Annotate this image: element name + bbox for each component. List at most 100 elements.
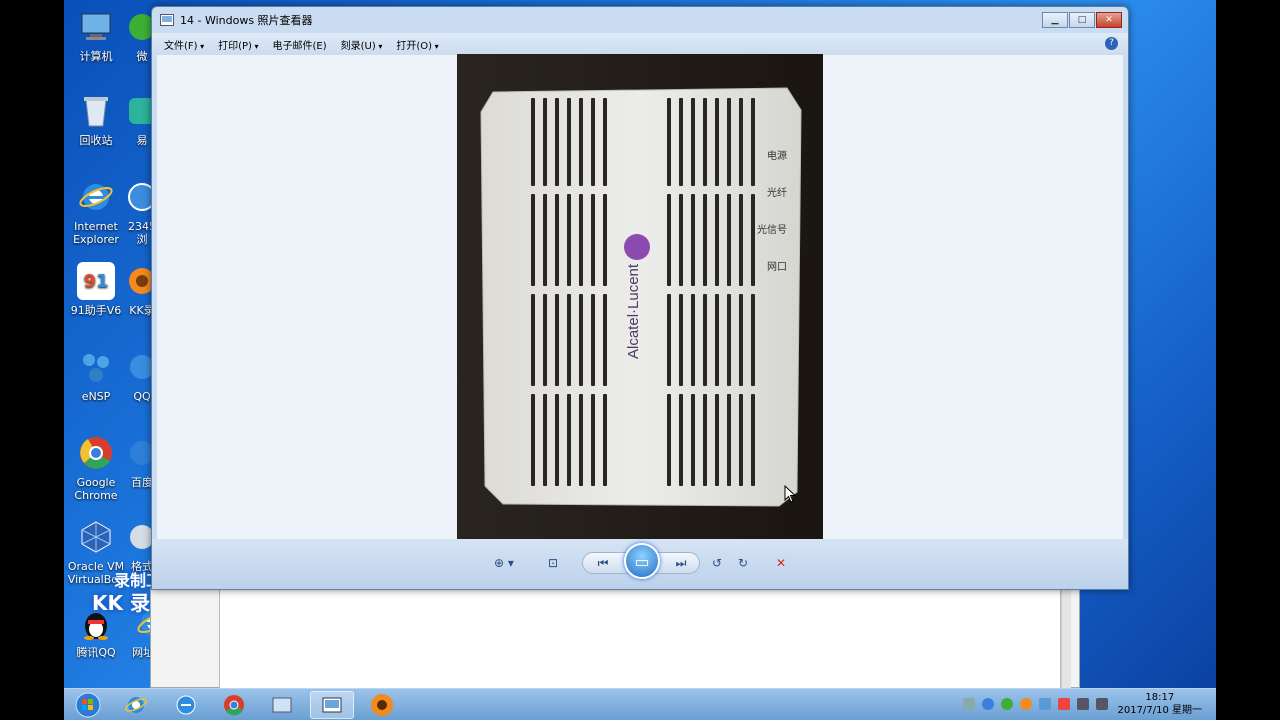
vent-slot <box>567 98 571 186</box>
vent-slot <box>739 194 743 286</box>
vent-slot <box>531 394 535 486</box>
internet-explorer-icon <box>125 697 147 713</box>
taskbar-kk-recorder[interactable] <box>360 691 404 719</box>
recycle-bin-icon <box>77 92 115 130</box>
chrome-icon <box>224 695 244 716</box>
previous-button[interactable]: ⏮ <box>588 552 618 574</box>
vent-slot <box>739 394 743 486</box>
vent-slot <box>603 194 607 286</box>
computer-icon <box>77 8 115 46</box>
vent-slot <box>751 394 755 486</box>
menu-open[interactable]: 打开(O) <box>396 37 438 52</box>
shield-icon[interactable] <box>1039 698 1051 710</box>
vent-slot <box>691 394 695 486</box>
kk-recorder-icon <box>371 694 393 716</box>
windows-start-icon <box>75 692 101 718</box>
background-window-scrollbar[interactable] <box>1061 589 1071 689</box>
91-assistant-icon: 91 <box>77 262 115 300</box>
vent-slot <box>715 394 719 486</box>
clock-time: 18:17 <box>1145 692 1175 703</box>
viewer-toolbar: ⊕ ▾ ⊡ ⏮ ▭ ⏭ ↺ ↻ ✕ <box>152 539 1128 589</box>
vent-slot <box>579 98 583 186</box>
desktop: 计算机 回收站 Internet Explorer 91 91助手V6 eNSP… <box>64 0 1216 720</box>
taskbar-browser[interactable] <box>164 691 208 719</box>
rotate-left-button[interactable]: ↺ <box>706 552 728 574</box>
delete-button[interactable]: ✕ <box>770 552 792 574</box>
vent-slot <box>591 294 595 386</box>
start-button[interactable] <box>66 691 110 719</box>
delete-icon: ✕ <box>775 556 787 570</box>
title-bar[interactable]: 14 - Windows 照片查看器 ▁ □ ✕ <box>152 7 1128 33</box>
kk-tray-icon[interactable] <box>1020 698 1032 710</box>
icon-label: 计算机 <box>79 50 113 63</box>
background-window-content <box>219 589 1061 689</box>
icon-label: Internet Explorer <box>73 220 119 246</box>
led-labels: 电源 光纤 光信号 网口 <box>747 138 787 286</box>
vent-slot <box>691 294 695 386</box>
vent-slot <box>691 194 695 286</box>
volume-icon[interactable] <box>1096 698 1108 710</box>
internet-explorer-icon <box>77 178 115 216</box>
slideshow-button[interactable]: ▭ <box>624 543 660 579</box>
vent-slot <box>667 194 671 286</box>
rotate-right-icon: ↻ <box>737 556 749 570</box>
vent-slot <box>679 294 683 386</box>
icon-label: eNSP <box>81 390 111 403</box>
next-button[interactable]: ⏭ <box>666 552 696 574</box>
network-icon[interactable] <box>1077 698 1089 710</box>
vent-slot <box>727 194 731 286</box>
vent-slot <box>567 294 571 386</box>
taskbar: 18:17 2017/7/10 星期一 <box>64 688 1216 720</box>
close-button[interactable]: ✕ <box>1096 12 1122 28</box>
menu-file[interactable]: 文件(F) <box>164 37 204 52</box>
desktop-icon-ie[interactable]: Internet Explorer <box>64 178 128 246</box>
vent-slot <box>603 294 607 386</box>
virtualbox-icon <box>77 518 115 556</box>
taskbar-virtualbox[interactable] <box>260 691 304 719</box>
desktop-icon-chrome[interactable]: Google Chrome <box>64 434 128 502</box>
vent-slot <box>591 98 595 186</box>
vent-slot <box>739 294 743 386</box>
alert-icon[interactable] <box>1058 698 1070 710</box>
rotate-right-button[interactable]: ↻ <box>732 552 754 574</box>
menu-burn[interactable]: 刻录(U) <box>341 37 383 52</box>
taskbar-photo-viewer[interactable] <box>310 691 354 719</box>
photo-viewer-window[interactable]: 14 - Windows 照片查看器 ▁ □ ✕ 文件(F) 打印(P) 电子邮… <box>151 6 1129 590</box>
help-icon[interactable]: ? <box>1105 37 1118 50</box>
led-label: 电源 <box>767 151 787 162</box>
vent-slot <box>679 98 683 186</box>
mouse-cursor <box>784 485 796 503</box>
wechat-icon[interactable] <box>1001 698 1013 710</box>
led-label: 光纤 <box>767 188 787 199</box>
zoom-button[interactable]: ⊕ ▾ <box>480 552 528 574</box>
taskbar-ie[interactable] <box>114 691 158 719</box>
vent-slot <box>543 294 547 386</box>
taskbar-chrome[interactable] <box>212 691 256 719</box>
vent-slot <box>603 394 607 486</box>
next-icon: ⏭ <box>675 555 687 570</box>
menu-print[interactable]: 打印(P) <box>218 37 258 52</box>
keyboard-icon[interactable] <box>963 698 975 710</box>
icon-label: 91助手V6 <box>70 304 122 317</box>
image-viewport[interactable]: Alcatel·Lucent 电源 光纤 光信号 网口 <box>157 54 1123 539</box>
desktop-icon-recycle-bin[interactable]: 回收站 <box>64 92 128 147</box>
displayed-photo: Alcatel·Lucent 电源 光纤 光信号 网口 <box>457 54 823 539</box>
maximize-button[interactable]: □ <box>1069 12 1095 28</box>
clock[interactable]: 18:17 2017/7/10 星期一 <box>1118 691 1202 717</box>
led-label: 光信号 <box>757 225 787 236</box>
desktop-icon-91[interactable]: 91 91助手V6 <box>64 262 128 317</box>
photo-viewer-icon <box>160 14 174 26</box>
minimize-button[interactable]: ▁ <box>1042 12 1068 28</box>
vent-slot <box>739 98 743 186</box>
vent-slot <box>543 194 547 286</box>
tray-app-icon[interactable] <box>982 698 994 710</box>
vent-slot <box>751 294 755 386</box>
maximize-icon: □ <box>1077 15 1087 25</box>
actual-size-button[interactable]: ⊡ <box>542 552 564 574</box>
background-window[interactable] <box>150 588 1080 689</box>
vent-slot <box>531 294 535 386</box>
desktop-icon-ensp[interactable]: eNSP <box>64 348 128 403</box>
app-window-icon <box>272 697 292 713</box>
desktop-icon-computer[interactable]: 计算机 <box>64 8 128 63</box>
menu-email[interactable]: 电子邮件(E) <box>273 37 327 52</box>
